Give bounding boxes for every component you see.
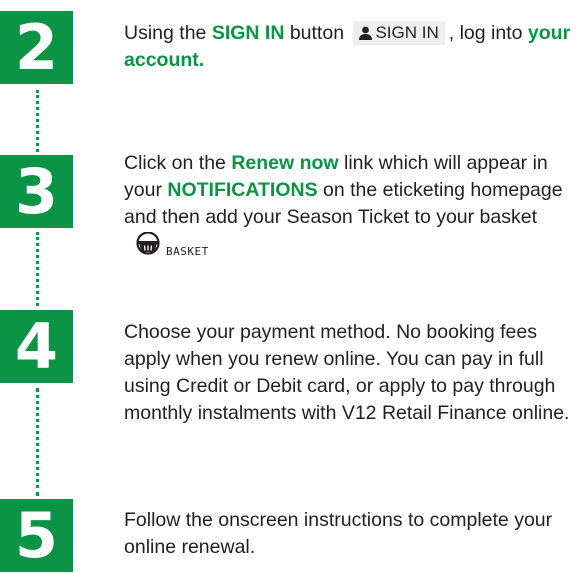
step-2-text: Using the SIGN IN button SIGN IN, log in… xyxy=(124,21,571,71)
notifications-highlight: NOTIFICATIONS xyxy=(167,179,318,201)
step-3-text: Click on the Renew now link which will a… xyxy=(124,150,584,265)
basket-button[interactable]: BASKET xyxy=(134,231,209,265)
renew-now-highlight: Renew now xyxy=(231,152,339,174)
user-icon xyxy=(359,26,373,40)
step-number-4: 4 xyxy=(0,310,73,383)
step-number-5: 5 xyxy=(0,499,73,572)
sign-in-highlight: SIGN IN xyxy=(211,22,285,44)
step-number-3: 3 xyxy=(0,155,73,228)
step-connector-dots xyxy=(36,388,39,496)
step-connector-dots xyxy=(36,232,39,306)
sign-in-button[interactable]: SIGN IN xyxy=(353,21,445,45)
step-number-2: 2 xyxy=(0,11,73,84)
step-4-text: Choose your payment method. No booking f… xyxy=(124,321,570,424)
step-5-text: Follow the onscreen instructions to comp… xyxy=(124,509,553,558)
basket-icon xyxy=(136,231,160,255)
step-connector-dots xyxy=(36,90,39,152)
